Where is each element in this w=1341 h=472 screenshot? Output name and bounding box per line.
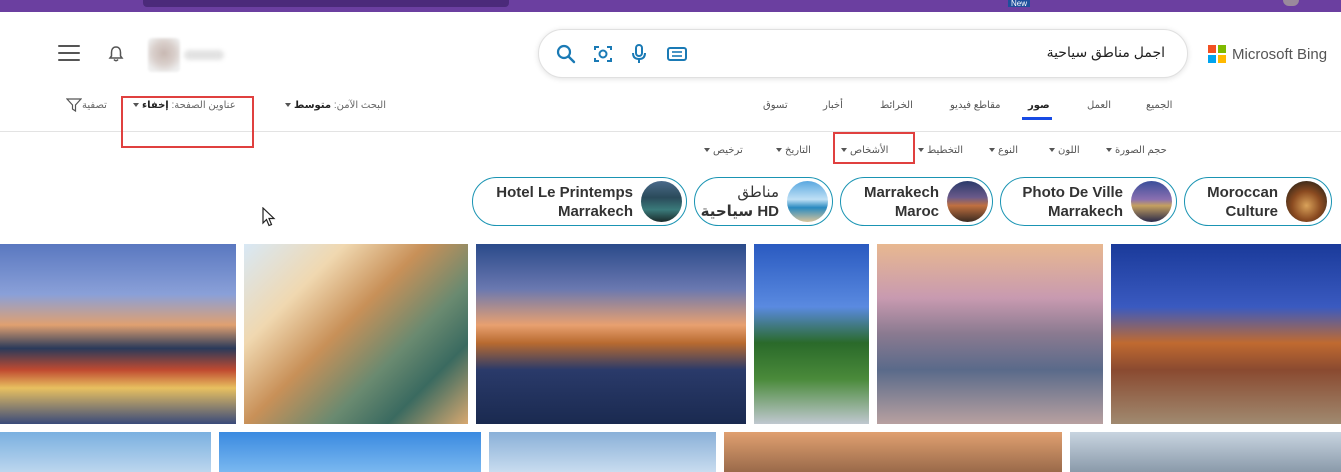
browser-avatar[interactable] bbox=[1283, 0, 1299, 6]
image-result-row2-1[interactable] bbox=[0, 432, 211, 472]
chip-line1: Photo De Ville bbox=[1022, 184, 1123, 201]
image-result-row2-5[interactable] bbox=[1070, 432, 1341, 472]
filter-date-label: التاريخ bbox=[785, 145, 811, 156]
user-name-blurred[interactable] bbox=[184, 50, 224, 60]
keyboard-icon[interactable] bbox=[666, 43, 688, 65]
filter-color-label: اللون bbox=[1058, 145, 1080, 156]
filter-people[interactable]: الأشخاص bbox=[838, 145, 888, 156]
page-titles-dropdown[interactable]: عناوين الصفحة: إخفاء bbox=[130, 100, 236, 111]
bing-logo[interactable]: Microsoft Bing bbox=[1208, 44, 1327, 64]
chip-thumbnail bbox=[641, 181, 682, 222]
tab-maps[interactable]: الخرائط bbox=[880, 100, 913, 111]
search-icon[interactable] bbox=[555, 43, 577, 65]
related-chip-moroccan-culture[interactable]: Moroccan Culture bbox=[1184, 177, 1332, 226]
avatar[interactable] bbox=[148, 38, 180, 72]
image-result-istanbul[interactable] bbox=[0, 244, 236, 424]
filter-button[interactable]: تصفية bbox=[60, 98, 107, 112]
header: اجمل مناطق سياحية Microsoft Bing الجميع … bbox=[0, 12, 1341, 132]
chip-line2: Marrakech bbox=[1047, 203, 1123, 220]
filter-funnel-icon bbox=[66, 98, 82, 112]
filter-label: تصفية bbox=[82, 99, 107, 111]
filter-type[interactable]: النوع bbox=[986, 145, 1018, 156]
microsoft-logo-icon bbox=[1208, 45, 1226, 63]
filter-image-size[interactable]: حجم الصورة bbox=[1103, 145, 1167, 156]
chip-line1: Hotel Le Printemps bbox=[496, 184, 633, 201]
safesearch-dropdown[interactable]: البحث الآمن: متوسط bbox=[282, 100, 386, 111]
page-titles-value: إخفاء bbox=[142, 100, 169, 111]
chip-thumbnail bbox=[1286, 181, 1327, 222]
chip-thumbnail bbox=[787, 181, 828, 222]
chip-line2: Marrakech bbox=[557, 203, 633, 220]
chip-text: Hotel Le Printemps Marrakech bbox=[496, 183, 633, 221]
search-box[interactable]: اجمل مناطق سياحية bbox=[538, 29, 1188, 78]
safesearch-value: متوسط bbox=[294, 100, 332, 111]
related-chip-hotel-le-printemps[interactable]: Hotel Le Printemps Marrakech bbox=[472, 177, 687, 226]
chip-line2: Maroc bbox=[894, 203, 939, 220]
filter-people-label: الأشخاص bbox=[850, 145, 889, 156]
tab-videos[interactable]: مقاطع فيديو bbox=[950, 100, 1001, 111]
image-result-canyon[interactable] bbox=[244, 244, 468, 424]
bell-icon[interactable] bbox=[106, 44, 126, 64]
microphone-icon[interactable] bbox=[628, 43, 650, 65]
filter-color[interactable]: اللون bbox=[1046, 145, 1080, 156]
filter-image-size-label: حجم الصورة bbox=[1115, 145, 1167, 156]
chevron-down-icon bbox=[989, 148, 995, 153]
image-result-row2-3[interactable] bbox=[489, 432, 716, 472]
chip-line1: مناطق bbox=[737, 184, 779, 201]
image-result-topiary-mosque[interactable] bbox=[754, 244, 869, 424]
mouse-cursor-icon bbox=[262, 207, 276, 227]
image-result-row2-2[interactable] bbox=[219, 432, 481, 472]
chip-line1: Moroccan bbox=[1207, 184, 1278, 201]
chip-line1: Marrakech bbox=[863, 184, 939, 201]
new-badge: New bbox=[1008, 0, 1031, 8]
chip-text: مناطق سياحية HD bbox=[701, 183, 779, 221]
brand-name: Microsoft Bing bbox=[1232, 45, 1328, 63]
image-result-mono-lake[interactable] bbox=[877, 244, 1103, 424]
tab-news[interactable]: أخبار bbox=[823, 100, 843, 111]
chip-text: Moroccan Culture bbox=[1207, 183, 1278, 221]
browser-top-strip: New bbox=[0, 0, 1341, 12]
chevron-down-icon bbox=[285, 103, 291, 108]
chevron-down-icon bbox=[841, 148, 847, 153]
chevron-down-icon bbox=[1049, 148, 1055, 153]
hamburger-menu-icon[interactable] bbox=[58, 45, 80, 63]
visual-search-icon[interactable] bbox=[592, 43, 614, 65]
safesearch-label: البحث الآمن: bbox=[333, 100, 386, 111]
page-titles-label: عناوين الصفحة: bbox=[171, 100, 236, 111]
chevron-down-icon bbox=[1106, 148, 1112, 153]
chip-thumbnail bbox=[1131, 181, 1172, 222]
filter-license[interactable]: ترخيص bbox=[701, 145, 743, 156]
related-chip-tourist-areas-hd[interactable]: مناطق سياحية HD bbox=[694, 177, 833, 226]
chevron-down-icon bbox=[776, 148, 782, 153]
image-result-row2-4[interactable] bbox=[724, 432, 1062, 472]
search-query[interactable]: اجمل مناطق سياحية bbox=[1047, 44, 1165, 61]
active-tab-indicator bbox=[1022, 117, 1052, 120]
filter-date[interactable]: التاريخ bbox=[773, 145, 811, 156]
filter-layout[interactable]: التخطيط bbox=[915, 145, 963, 156]
chip-line2: Culture bbox=[1225, 203, 1279, 220]
chip-text: Marrakech Maroc bbox=[864, 183, 939, 221]
chip-thumbnail bbox=[947, 181, 988, 222]
tab-work[interactable]: العمل bbox=[1087, 100, 1111, 111]
tab-shopping[interactable]: تسوق bbox=[763, 100, 788, 111]
image-result-muscat-corniche[interactable] bbox=[476, 244, 746, 424]
filter-type-label: النوع bbox=[998, 145, 1018, 156]
filter-license-label: ترخيص bbox=[713, 145, 743, 156]
chip-text: Photo De Ville Marrakech bbox=[1022, 183, 1123, 221]
chip-line2: سياحية HD bbox=[700, 203, 779, 220]
chevron-down-icon bbox=[704, 148, 710, 153]
filter-layout-label: التخطيط bbox=[927, 145, 964, 156]
chevron-down-icon bbox=[133, 103, 139, 108]
related-chip-marrakech-maroc[interactable]: Marrakech Maroc bbox=[840, 177, 993, 226]
browser-search-box[interactable] bbox=[143, 0, 509, 7]
related-chip-photo-de-ville[interactable]: Photo De Ville Marrakech bbox=[1000, 177, 1177, 226]
tab-images[interactable]: صور bbox=[1028, 100, 1050, 111]
chevron-down-icon bbox=[918, 148, 924, 153]
image-result-resort-night[interactable] bbox=[1111, 244, 1341, 424]
tab-all[interactable]: الجميع bbox=[1146, 100, 1172, 111]
